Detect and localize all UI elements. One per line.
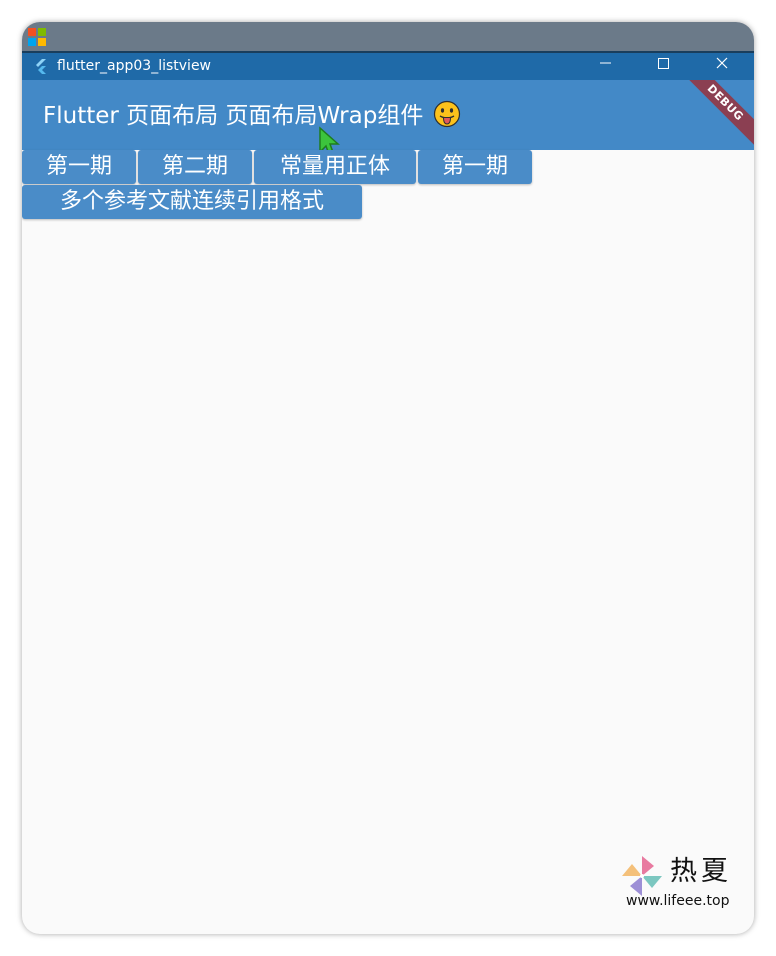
app-bar-title: Flutter 页面布局 页面布局Wrap组件 [43,100,461,132]
outer-window-bar [22,22,754,51]
watermark-name: 热夏 [670,856,732,887]
chip-button[interactable]: 第一期 [22,150,136,184]
chip-button[interactable]: 多个参考文献连续引用格式 [22,185,362,219]
window-titlebar[interactable]: flutter_app03_listview [22,51,754,80]
minimize-icon [600,62,611,64]
chip-button[interactable]: 常量用正体 [254,150,416,184]
windows-logo-icon [28,28,46,46]
face-with-tongue-icon [434,100,461,127]
watermark: 热夏 www.lifeee.top [620,854,740,914]
chip-button[interactable]: 第二期 [138,150,252,184]
maximize-button[interactable] [635,53,693,80]
maximize-icon [658,58,669,69]
debug-banner: DEBUG [679,80,754,149]
window-title: flutter_app03_listview [57,58,212,74]
app-bar-title-text: Flutter 页面布局 页面布局Wrap组件 [43,103,424,129]
mouse-cursor-icon [319,126,340,150]
watermark-url: www.lifeee.top [626,893,730,909]
chip-button[interactable]: 第一期 [418,150,532,184]
app-window: flutter_app03_listview Flutter 页面布局 页面布局… [22,22,754,934]
close-button[interactable] [693,53,751,80]
close-icon [716,57,728,69]
flutter-logo-icon [36,59,46,74]
app-bar: Flutter 页面布局 页面布局Wrap组件 DEBUG [22,80,754,150]
minimize-button[interactable] [577,53,635,80]
